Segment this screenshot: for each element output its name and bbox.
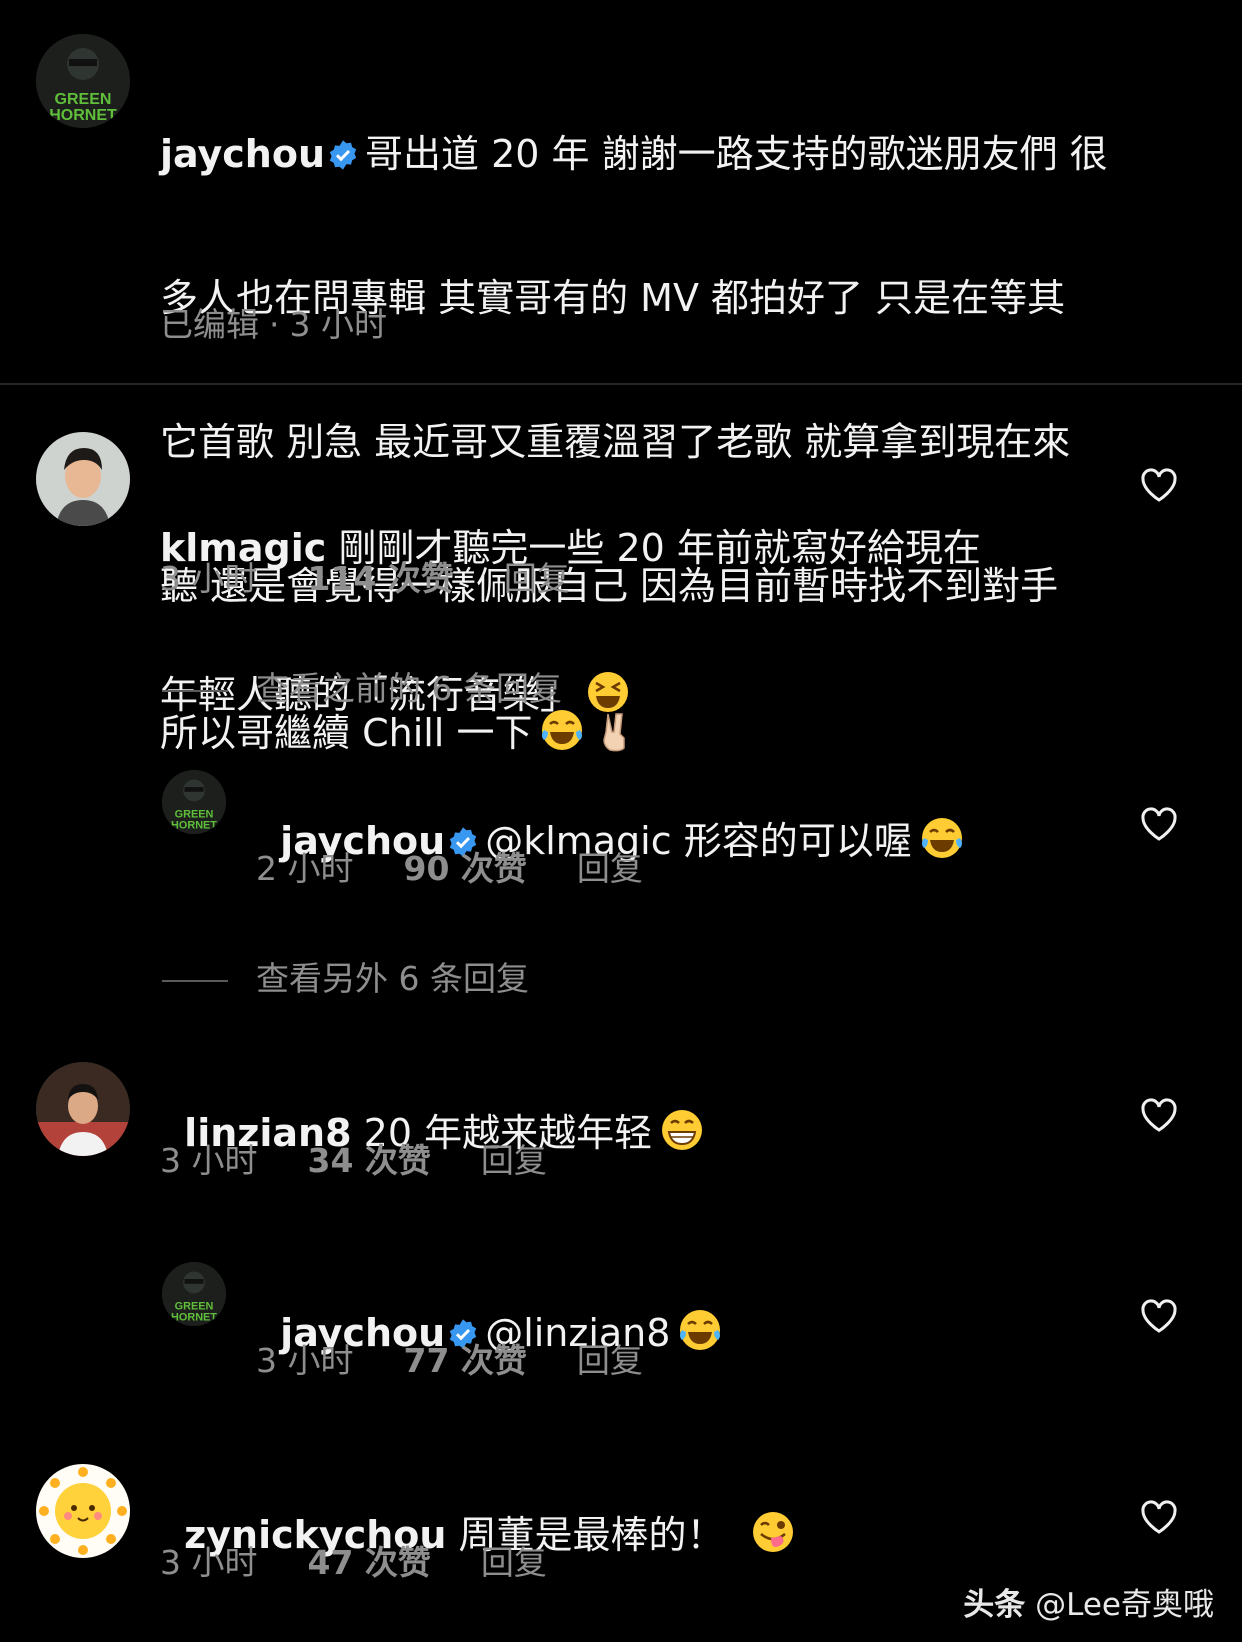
winking-tongue-emoji [752, 1512, 793, 1552]
reply-button[interactable]: 回复 [481, 1141, 547, 1180]
heart-icon[interactable] [1140, 1500, 1178, 1534]
like-count[interactable]: 77 次赞 [404, 1341, 527, 1380]
grinning-emoji [662, 1110, 703, 1150]
svg-text:HORNET: HORNET [49, 107, 117, 124]
reply-button[interactable]: 回复 [504, 559, 570, 598]
linzian8-avatar[interactable] [36, 1062, 130, 1156]
like-count[interactable]: 114 次赞 [308, 559, 454, 598]
svg-text:GREEN: GREEN [175, 809, 214, 821]
svg-text:GREEN: GREEN [175, 1301, 214, 1313]
reply-thread-line [162, 689, 228, 692]
view-previous-replies[interactable]: 查看之前的 6 条回复 [162, 662, 562, 710]
tears-of-joy-emoji [921, 818, 962, 858]
jaychou-avatar[interactable]: GREEN HORNET [162, 770, 226, 834]
reply-thread-line [162, 979, 228, 982]
reply-button[interactable]: 回复 [577, 849, 643, 888]
heart-icon[interactable] [1140, 1098, 1178, 1132]
reply-button[interactable]: 回复 [577, 1341, 643, 1380]
like-count[interactable]: 34 次赞 [308, 1141, 431, 1180]
comment-meta: 3 小时 77 次赞 回复 [256, 1334, 693, 1382]
grinning-squint-emoji [588, 672, 629, 712]
watermark-handle: @Lee奇奥哦 [1035, 1587, 1214, 1623]
comment-time: 2 小时 [256, 849, 354, 888]
comment-meta: 3 小时 34 次赞 回复 [160, 1134, 597, 1182]
post-time: 3 小时 [289, 305, 388, 344]
comment-meta: 3 小时 47 次赞 回复 [160, 1536, 597, 1584]
watermark-brand: 头条 [963, 1587, 1026, 1623]
like-count[interactable]: 47 次赞 [308, 1543, 431, 1582]
caption-divider [0, 383, 1242, 385]
comment-time: 3 小时 [160, 1543, 258, 1582]
reply-button[interactable]: 回复 [481, 1543, 547, 1582]
svg-text:HORNET: HORNET [171, 1312, 217, 1324]
watermark: 头条 @Lee奇奥哦 [963, 1579, 1214, 1624]
heart-icon[interactable] [1140, 807, 1178, 841]
jaychou-avatar[interactable]: GREEN HORNET [36, 34, 130, 128]
post-username[interactable]: jaychou [160, 132, 325, 176]
caption-line-1: jaychou 哥出道 20 年 謝謝一路支持的歌迷朋友們 很 [160, 132, 1108, 176]
comment-time: 3 小时 [160, 559, 258, 598]
heart-icon[interactable] [1140, 468, 1178, 502]
edited-label: 已编辑 [160, 305, 259, 344]
verified-badge-icon [329, 140, 357, 170]
post-meta: 已编辑 · 3 小时 [160, 298, 437, 346]
meta-separator: · [269, 305, 280, 344]
zynickychou-avatar[interactable] [36, 1464, 130, 1558]
comment-time: 3 小时 [256, 1341, 354, 1380]
klmagic-avatar[interactable] [36, 432, 130, 526]
comment-time: 3 小时 [160, 1141, 258, 1180]
comment-meta: 2 小时 90 次赞 回复 [256, 842, 693, 890]
like-count[interactable]: 90 次赞 [404, 849, 527, 888]
svg-text:HORNET: HORNET [171, 820, 217, 832]
view-more-replies[interactable]: 查看另外 6 条回复 [162, 952, 529, 1000]
comment-meta: 3 小时 114 次赞 回复 [160, 552, 620, 600]
heart-icon[interactable] [1140, 1299, 1178, 1333]
jaychou-avatar[interactable]: GREEN HORNET [162, 1262, 226, 1326]
svg-text:GREEN: GREEN [55, 91, 112, 108]
